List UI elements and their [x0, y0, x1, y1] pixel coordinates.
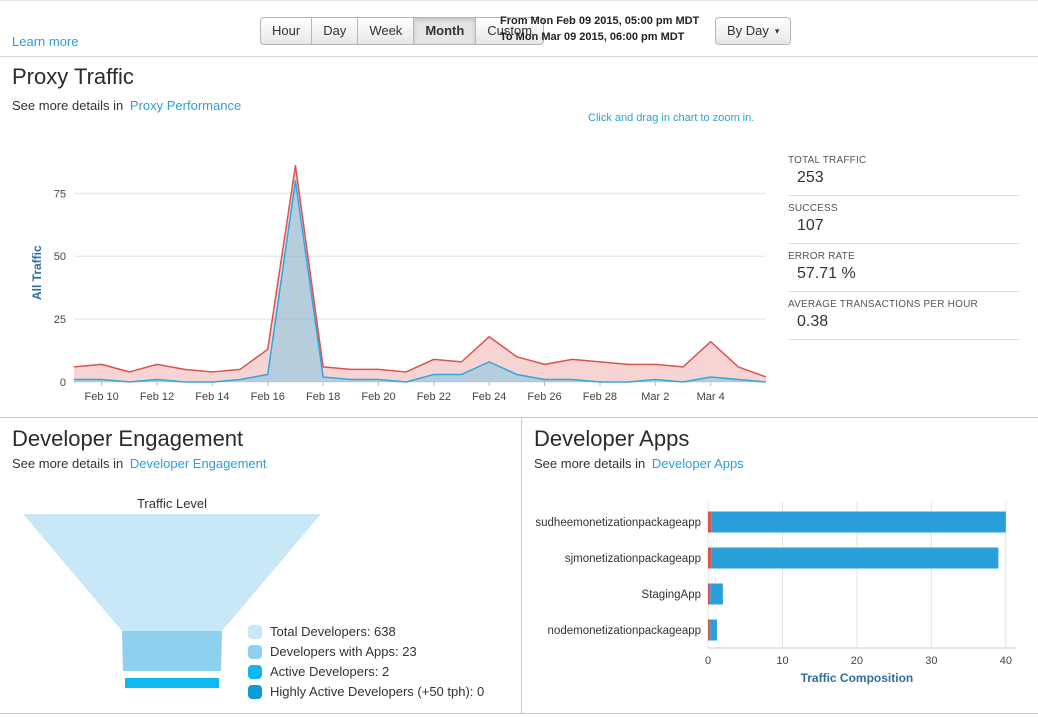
stat-value: 0.38 — [797, 313, 829, 330]
svg-text:StagingApp: StagingApp — [642, 589, 701, 601]
range-button-month[interactable]: Month — [413, 17, 477, 45]
svg-text:25: 25 — [54, 314, 66, 326]
svg-text:Traffic Composition: Traffic Composition — [801, 671, 914, 685]
legend-item: Developers with Apps: 23 — [248, 644, 484, 659]
svg-text:40: 40 — [1000, 655, 1012, 667]
engagement-details-prefix: See more details in — [12, 456, 124, 471]
developer-engagement-section: Developer Engagement See more details in… — [0, 418, 522, 713]
caret-down-icon: ▾ — [774, 26, 780, 36]
developer-engagement-title: Developer Engagement — [12, 426, 244, 451]
svg-text:Feb 20: Feb 20 — [361, 391, 395, 403]
svg-text:Feb 14: Feb 14 — [195, 391, 229, 403]
stat-label: AVERAGE TRANSACTIONS PER HOUR — [788, 299, 978, 310]
stat-label: ERROR RATE — [788, 251, 855, 262]
stat-value: 107 — [797, 217, 824, 234]
proxy-details-prefix: See more details in — [12, 98, 124, 113]
svg-text:Feb 12: Feb 12 — [140, 391, 174, 403]
bottom-divider — [0, 713, 1038, 714]
apps-details-line: See more details in Developer Apps — [534, 456, 744, 471]
svg-text:0: 0 — [705, 655, 711, 667]
range-button-week[interactable]: Week — [357, 17, 415, 45]
developer-apps-section: Developer Apps See more details in Devel… — [522, 418, 1038, 713]
range-button-hour[interactable]: Hour — [260, 17, 313, 45]
svg-text:0: 0 — [60, 377, 66, 389]
traffic-stats-panel: TOTAL TRAFFIC 253 SUCCESS 107 ERROR RATE… — [788, 148, 1020, 340]
legend-item: Highly Active Developers (+50 tph): 0 — [248, 684, 484, 699]
svg-text:Feb 22: Feb 22 — [417, 391, 451, 403]
proxy-traffic-title: Proxy Traffic — [12, 64, 134, 89]
proxy-details-line: See more details in Proxy Performance — [12, 98, 241, 113]
svg-text:Feb 10: Feb 10 — [85, 391, 119, 403]
stat-error-rate: ERROR RATE 57.71 % — [788, 244, 1020, 292]
apps-details-prefix: See more details in — [534, 456, 646, 471]
svg-text:Feb 28: Feb 28 — [583, 391, 617, 403]
stat-value: 253 — [797, 169, 824, 186]
developer-apps-link[interactable]: Developer Apps — [652, 456, 744, 471]
date-range-toolbar: Learn more Hour Day Week Month Custom Fr… — [0, 0, 1038, 57]
stat-avg-tph: AVERAGE TRANSACTIONS PER HOUR 0.38 — [788, 292, 1020, 340]
granularity-label: By Day — [727, 23, 769, 38]
range-button-day[interactable]: Day — [311, 17, 359, 45]
legend-swatch-developers-with-apps — [248, 644, 262, 659]
svg-text:sjmonetizationpackageapp: sjmonetizationpackageapp — [565, 553, 701, 565]
developer-apps-chart: 0 10 20 30 40 sudheemonetizationpackageapp sjm… — [522, 498, 1027, 688]
dashboard-page: Learn more Hour Day Week Month Custom Fr… — [0, 0, 1038, 717]
date-from-text: From Mon Feb 09 2015, 05:00 pm MDT — [500, 15, 700, 27]
legend-item: Total Developers: 638 — [248, 624, 484, 639]
stat-success: SUCCESS 107 — [788, 196, 1020, 244]
developer-apps-title: Developer Apps — [534, 426, 690, 451]
legend-swatch-total-developers — [248, 624, 262, 639]
svg-text:Feb 26: Feb 26 — [527, 391, 561, 403]
svg-text:30: 30 — [925, 655, 937, 667]
funnel-legend: Total Developers: 638 Developers with Ap… — [248, 624, 484, 704]
svg-text:75: 75 — [54, 188, 66, 200]
svg-text:Feb 18: Feb 18 — [306, 391, 340, 403]
stat-label: TOTAL TRAFFIC — [788, 155, 867, 166]
stat-value: 57.71 % — [797, 265, 856, 282]
learn-more-link[interactable]: Learn more — [12, 34, 78, 49]
date-range-text: From Mon Feb 09 2015, 05:00 pm MDT To Mo… — [500, 13, 699, 45]
proxy-performance-link[interactable]: Proxy Performance — [130, 98, 241, 113]
date-to-text: To Mon Mar 09 2015, 06:00 pm MDT — [500, 31, 685, 43]
svg-text:Feb 16: Feb 16 — [251, 391, 285, 403]
stat-label: SUCCESS — [788, 203, 838, 214]
chart-zoom-hint: Click and drag in chart to zoom in. — [588, 112, 755, 124]
granularity-dropdown[interactable]: By Day ▾ — [715, 17, 792, 45]
svg-text:Mar 2: Mar 2 — [641, 391, 669, 403]
svg-text:Feb 24: Feb 24 — [472, 391, 506, 403]
svg-text:nodemonetizationpackageapp: nodemonetizationpackageapp — [548, 625, 701, 637]
svg-text:Mar 4: Mar 4 — [697, 391, 725, 403]
funnel-title: Traffic Level — [136, 496, 208, 511]
svg-text:10: 10 — [776, 655, 788, 667]
svg-text:20: 20 — [851, 655, 863, 667]
legend-item: Active Developers: 2 — [248, 664, 484, 679]
developer-engagement-link[interactable]: Developer Engagement — [130, 456, 267, 471]
engagement-details-line: See more details in Developer Engagement — [12, 456, 267, 471]
svg-text:sudheemonetizationpackageapp: sudheemonetizationpackageapp — [535, 517, 701, 529]
proxy-traffic-chart[interactable]: 0 25 50 75 Feb 10 Feb 12 Feb 14 Feb 16 Feb 18 Feb… — [22, 136, 772, 408]
svg-text:50: 50 — [54, 251, 66, 263]
legend-swatch-active-developers — [248, 664, 262, 679]
legend-swatch-highly-active-developers — [248, 684, 262, 699]
stat-total-traffic: TOTAL TRAFFIC 253 — [788, 148, 1020, 196]
